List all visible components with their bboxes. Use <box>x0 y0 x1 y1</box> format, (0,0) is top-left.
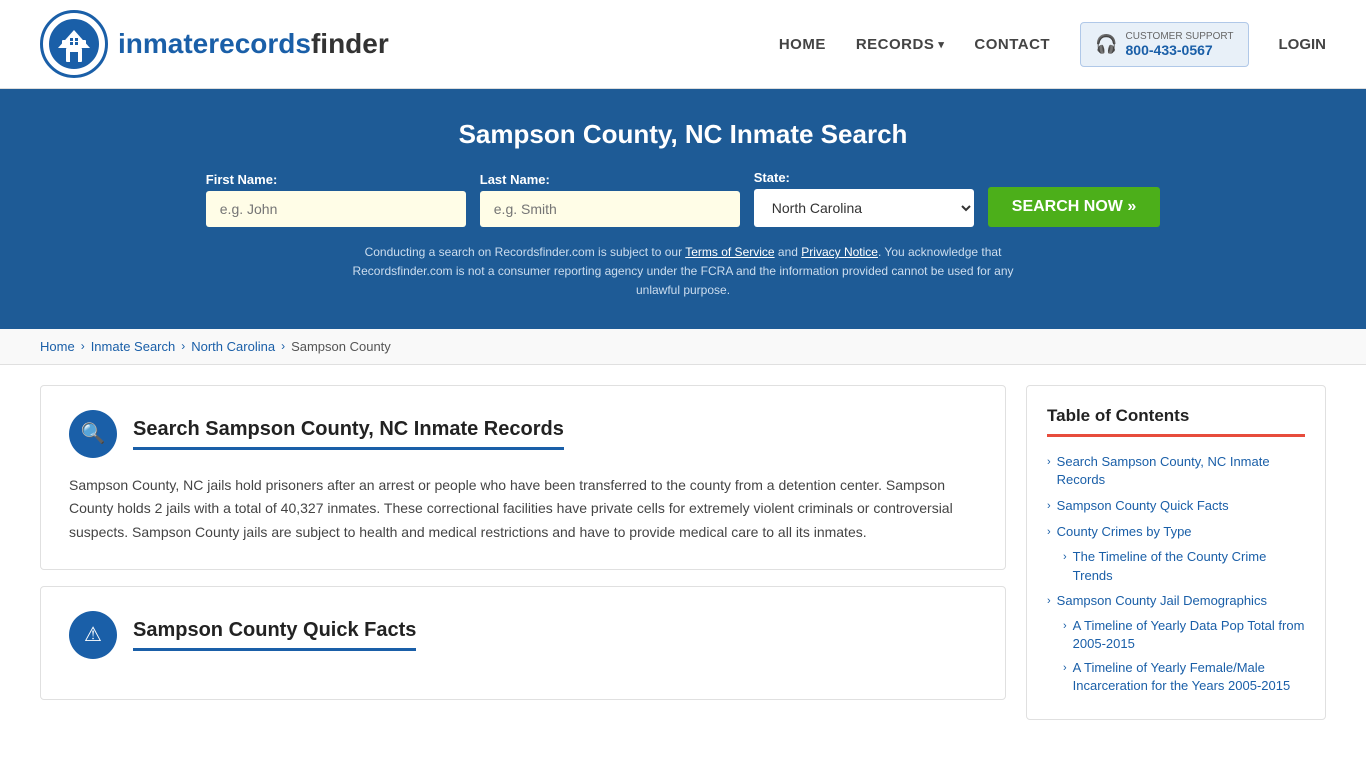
nav-contact[interactable]: CONTACT <box>974 36 1050 53</box>
breadcrumb-sep-3: › <box>281 339 285 353</box>
logo-text-main: inmaterecords <box>118 28 311 59</box>
toc-link-2[interactable]: Sampson County Quick Facts <box>1057 497 1229 515</box>
hero-section: Sampson County, NC Inmate Search First N… <box>0 89 1366 329</box>
toc-link-6[interactable]: A Timeline of Yearly Data Pop Total from… <box>1073 617 1305 653</box>
search-now-button[interactable]: SEARCH NOW » <box>988 187 1160 227</box>
breadcrumb: Home › Inmate Search › North Carolina › … <box>0 329 1366 365</box>
hero-disclaimer: Conducting a search on Recordsfinder.com… <box>333 243 1033 301</box>
section-header-inmate: 🔍 Search Sampson County, NC Inmate Recor… <box>69 410 977 458</box>
toc-item-6: › A Timeline of Yearly Data Pop Total fr… <box>1063 614 1305 656</box>
logo-text-finder: finder <box>311 28 389 59</box>
search-icon: 🔍 <box>69 410 117 458</box>
logo-icon <box>40 10 108 78</box>
toc-chevron-5: › <box>1047 595 1051 607</box>
state-group: State: North Carolina <box>754 170 974 227</box>
toc-chevron-7: › <box>1063 662 1067 674</box>
toc-item-3: › County Crimes by Type <box>1047 519 1305 545</box>
toc-item-4: › The Timeline of the County Crime Trend… <box>1063 545 1305 587</box>
logo-text: inmaterecordsfinder <box>118 28 389 60</box>
toc-link-4[interactable]: The Timeline of the County Crime Trends <box>1073 548 1305 584</box>
breadcrumb-state[interactable]: North Carolina <box>191 339 275 354</box>
content-area: 🔍 Search Sampson County, NC Inmate Recor… <box>40 385 1026 720</box>
section-header-facts: ⚠ Sampson County Quick Facts <box>69 611 977 659</box>
breadcrumb-inmate-search[interactable]: Inmate Search <box>91 339 176 354</box>
last-name-input[interactable] <box>480 191 740 227</box>
support-number: 800-433-0567 <box>1126 42 1213 58</box>
terms-link[interactable]: Terms of Service <box>685 245 774 259</box>
support-text: CUSTOMER SUPPORT 800-433-0567 <box>1126 31 1234 58</box>
breadcrumb-sep-2: › <box>181 339 185 353</box>
inmate-records-section: 🔍 Search Sampson County, NC Inmate Recor… <box>40 385 1006 570</box>
warning-icon: ⚠ <box>69 611 117 659</box>
hero-title: Sampson County, NC Inmate Search <box>40 119 1326 150</box>
first-name-group: First Name: <box>206 172 466 227</box>
toc-box: Table of Contents › Search Sampson Count… <box>1026 385 1326 720</box>
state-select[interactable]: North Carolina <box>754 189 974 227</box>
toc-item-7: › A Timeline of Yearly Female/Male Incar… <box>1063 656 1305 698</box>
last-name-group: Last Name: <box>480 172 740 227</box>
first-name-label: First Name: <box>206 172 278 187</box>
toc-chevron-6: › <box>1063 620 1067 632</box>
breadcrumb-sep-1: › <box>81 339 85 353</box>
toc-chevron-4: › <box>1063 551 1067 563</box>
toc-chevron-1: › <box>1047 456 1051 468</box>
toc-link-3[interactable]: County Crimes by Type <box>1057 523 1192 541</box>
section-title-inmate: Search Sampson County, NC Inmate Records <box>133 418 564 441</box>
toc-item-2: › Sampson County Quick Facts <box>1047 493 1305 519</box>
headset-icon: 🎧 <box>1095 34 1117 55</box>
main-content: 🔍 Search Sampson County, NC Inmate Recor… <box>0 365 1366 740</box>
first-name-input[interactable] <box>206 191 466 227</box>
logo-area: inmaterecordsfinder <box>40 10 389 78</box>
toc-sublist-crimes: › The Timeline of the County Crime Trend… <box>1047 545 1305 587</box>
section-title-facts: Sampson County Quick Facts <box>133 619 416 642</box>
toc-link-1[interactable]: Search Sampson County, NC Inmate Records <box>1057 453 1305 489</box>
nav-records[interactable]: RECORDS ▾ <box>856 36 945 53</box>
section-title-block-facts: Sampson County Quick Facts <box>133 619 416 651</box>
quick-facts-section: ⚠ Sampson County Quick Facts <box>40 586 1006 700</box>
breadcrumb-home[interactable]: Home <box>40 339 75 354</box>
nav-login[interactable]: LOGIN <box>1279 36 1327 53</box>
main-nav: HOME RECORDS ▾ CONTACT 🎧 CUSTOMER SUPPOR… <box>779 22 1326 67</box>
sidebar: Table of Contents › Search Sampson Count… <box>1026 385 1326 720</box>
toc-title: Table of Contents <box>1047 406 1305 437</box>
records-chevron-icon: ▾ <box>938 38 944 51</box>
search-form: First Name: Last Name: State: North Caro… <box>40 170 1326 227</box>
toc-list: › Search Sampson County, NC Inmate Recor… <box>1047 449 1305 699</box>
toc-chevron-2: › <box>1047 500 1051 512</box>
support-label: CUSTOMER SUPPORT <box>1126 31 1234 42</box>
toc-sublist-demographics: › A Timeline of Yearly Data Pop Total fr… <box>1047 614 1305 699</box>
toc-chevron-3: › <box>1047 526 1051 538</box>
privacy-link[interactable]: Privacy Notice <box>801 245 878 259</box>
toc-link-5[interactable]: Sampson County Jail Demographics <box>1057 592 1267 610</box>
toc-item-1: › Search Sampson County, NC Inmate Recor… <box>1047 449 1305 493</box>
toc-link-7[interactable]: A Timeline of Yearly Female/Male Incarce… <box>1073 659 1305 695</box>
state-label: State: <box>754 170 790 185</box>
nav-home[interactable]: HOME <box>779 36 826 53</box>
section-body-inmate: Sampson County, NC jails hold prisoners … <box>69 474 977 545</box>
customer-support-button[interactable]: 🎧 CUSTOMER SUPPORT 800-433-0567 <box>1080 22 1248 67</box>
breadcrumb-county: Sampson County <box>291 339 391 354</box>
toc-item-5: › Sampson County Jail Demographics <box>1047 588 1305 614</box>
section-title-block-inmate: Search Sampson County, NC Inmate Records <box>133 418 564 450</box>
last-name-label: Last Name: <box>480 172 550 187</box>
site-header: inmaterecordsfinder HOME RECORDS ▾ CONTA… <box>0 0 1366 89</box>
nav-records-label: RECORDS <box>856 36 935 53</box>
